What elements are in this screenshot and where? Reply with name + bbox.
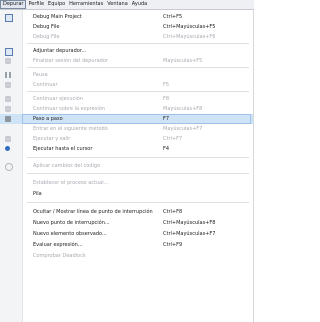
menu-item-label: Ejecutar y salir — [33, 136, 71, 142]
menu-item-toggle-breakpoint[interactable]: Ocultar / Mostrar línea de punto de inte… — [0, 207, 253, 217]
menu-item-label: Nuevo elemento observado... — [33, 231, 107, 237]
menu-item-shortcut: Ctrl+F7 — [163, 136, 183, 142]
menu-separator — [27, 91, 249, 92]
menu-item-shortcut: F5 — [163, 82, 170, 88]
menu-item-label: Evaluar expresión... — [33, 242, 83, 248]
menu-separator — [27, 67, 249, 68]
menu-item-label: Establecer el proceso actual... — [33, 180, 109, 186]
menu-item-continue[interactable]: Continuar F5 — [0, 80, 253, 90]
menu-ventana[interactable]: Ventana — [105, 0, 130, 9]
debug-dropdown-menu: Debug Main Project Ctrl+F5 Debug File Ct… — [0, 10, 254, 322]
menu-item-shortcut: Ctrl+F8 — [163, 209, 183, 215]
step-out-icon — [5, 136, 11, 142]
menu-item-next-method[interactable]: Entrar en el siguiente método Mayúsculas… — [0, 124, 253, 134]
attach-debugger-icon — [5, 48, 13, 56]
menu-item-shortcut: Ctrl+Mayúsculas+F8 — [163, 220, 216, 226]
menu-item-continue-execution[interactable]: Continuar ejecución F8 — [0, 94, 253, 104]
menu-bar: Depurar Perfile Equipo Herramientas Vent… — [0, 0, 254, 10]
menu-item-new-breakpoint[interactable]: Nuevo punto de interrupción... Ctrl+Mayú… — [0, 218, 253, 228]
menu-perfile[interactable]: Perfile — [26, 0, 46, 9]
menu-item-shortcut: Ctrl+F9 — [163, 242, 183, 248]
menu-ayuda[interactable]: Ayuda — [130, 0, 149, 9]
menu-item-label: Entrar en el siguiente método — [33, 126, 108, 132]
menu-item-continue-over-expression[interactable]: Continuar sobre la expresión Mayúsculas+… — [0, 104, 253, 114]
menu-item-label: Continuar ejecución — [33, 96, 83, 102]
menu-item-stack[interactable]: Pila — [0, 189, 253, 199]
menu-item-pause[interactable]: Pausa — [0, 70, 253, 80]
menu-item-label: Paso a paso — [33, 116, 63, 122]
menu-item-step-into[interactable]: Paso a paso F7 — [0, 114, 253, 124]
menu-item-apply-code-changes[interactable]: Aplicar cambios del código — [0, 161, 253, 171]
menu-item-label: Aplicar cambios del código — [33, 163, 101, 169]
menu-herramientas[interactable]: Herramientas — [67, 0, 105, 9]
menu-item-label: Comprobar Deadlock — [33, 253, 86, 259]
menu-item-label: Pila — [33, 191, 42, 197]
menu-item-step-out[interactable]: Ejecutar y salir Ctrl+F7 — [0, 134, 253, 144]
menu-item-shortcut: F7 — [163, 116, 170, 122]
stop-session-icon — [5, 58, 11, 64]
menu-item-shortcut: F8 — [163, 96, 170, 102]
menu-equipo[interactable]: Equipo — [46, 0, 67, 9]
step-over-icon — [5, 96, 11, 102]
menu-item-label: Continuar sobre la expresión — [33, 106, 105, 112]
menu-item-label: Continuar — [33, 82, 58, 88]
menu-item-shortcut: Ctrl+Mayúsculas+F6 — [163, 34, 216, 40]
menu-item-shortcut: Ctrl+Mayúsculas+F5 — [163, 24, 216, 30]
menu-item-shortcut: Ctrl+F5 — [163, 14, 183, 20]
menu-item-debug-main-project[interactable]: Debug Main Project Ctrl+F5 — [0, 12, 253, 22]
menu-item-attach-debugger[interactable]: Adjuntar depurador... — [0, 46, 253, 56]
menu-item-check-deadlock[interactable]: Comprobar Deadlock — [0, 251, 253, 261]
pause-icon — [5, 72, 11, 78]
menu-depurar[interactable]: Depurar — [0, 0, 27, 9]
step-over-expression-icon — [5, 106, 11, 112]
debug-project-icon — [5, 14, 13, 22]
menu-item-set-current-process[interactable]: Establecer el proceso actual... — [0, 178, 253, 188]
menu-item-evaluate-expression[interactable]: Evaluar expresión... Ctrl+F9 — [0, 240, 253, 250]
continue-icon — [5, 82, 11, 88]
menu-item-label: Debug Main Project — [33, 14, 82, 20]
menu-item-label: Nuevo punto de interrupción... — [33, 220, 110, 226]
menu-item-label: Adjuntar depurador... — [33, 48, 87, 54]
menu-item-label: Ocultar / Mostrar línea de punto de inte… — [33, 209, 153, 215]
menu-item-new-watch[interactable]: Nuevo elemento observado... Ctrl+Mayúscu… — [0, 229, 253, 239]
menu-item-label: Finalizar sesión del depurador — [33, 58, 108, 64]
menu-separator — [27, 43, 249, 44]
menu-item-shortcut: Mayúsculas+F5 — [163, 58, 203, 64]
menu-item-shortcut: F4 — [163, 146, 170, 152]
menu-item-finish-session[interactable]: Finalizar sesión del depurador Mayúscula… — [0, 56, 253, 66]
menu-item-debug-file-2[interactable]: Debug File Ctrl+Mayúsculas+F6 — [0, 32, 253, 42]
menu-item-label: Pausa — [33, 72, 48, 78]
menu-item-run-to-cursor[interactable]: Ejecutar hasta el cursor F4 — [0, 144, 253, 154]
apply-changes-icon — [5, 163, 13, 171]
step-into-icon — [5, 116, 11, 122]
menu-item-debug-file[interactable]: Debug File Ctrl+Mayúsculas+F5 — [0, 22, 253, 32]
run-to-cursor-icon — [5, 146, 10, 151]
menu-separator — [27, 202, 249, 203]
menu-item-label: Debug File — [33, 24, 60, 30]
menu-item-shortcut: Mayúsculas+F7 — [163, 126, 203, 132]
menu-item-label: Ejecutar hasta el cursor — [33, 146, 93, 152]
menu-item-shortcut: Ctrl+Mayúsculas+F7 — [163, 231, 216, 237]
menu-item-label: Debug File — [33, 34, 60, 40]
menu-separator — [27, 173, 249, 174]
menu-item-shortcut: Mayúsculas+F8 — [163, 106, 203, 112]
menu-separator — [27, 157, 249, 158]
